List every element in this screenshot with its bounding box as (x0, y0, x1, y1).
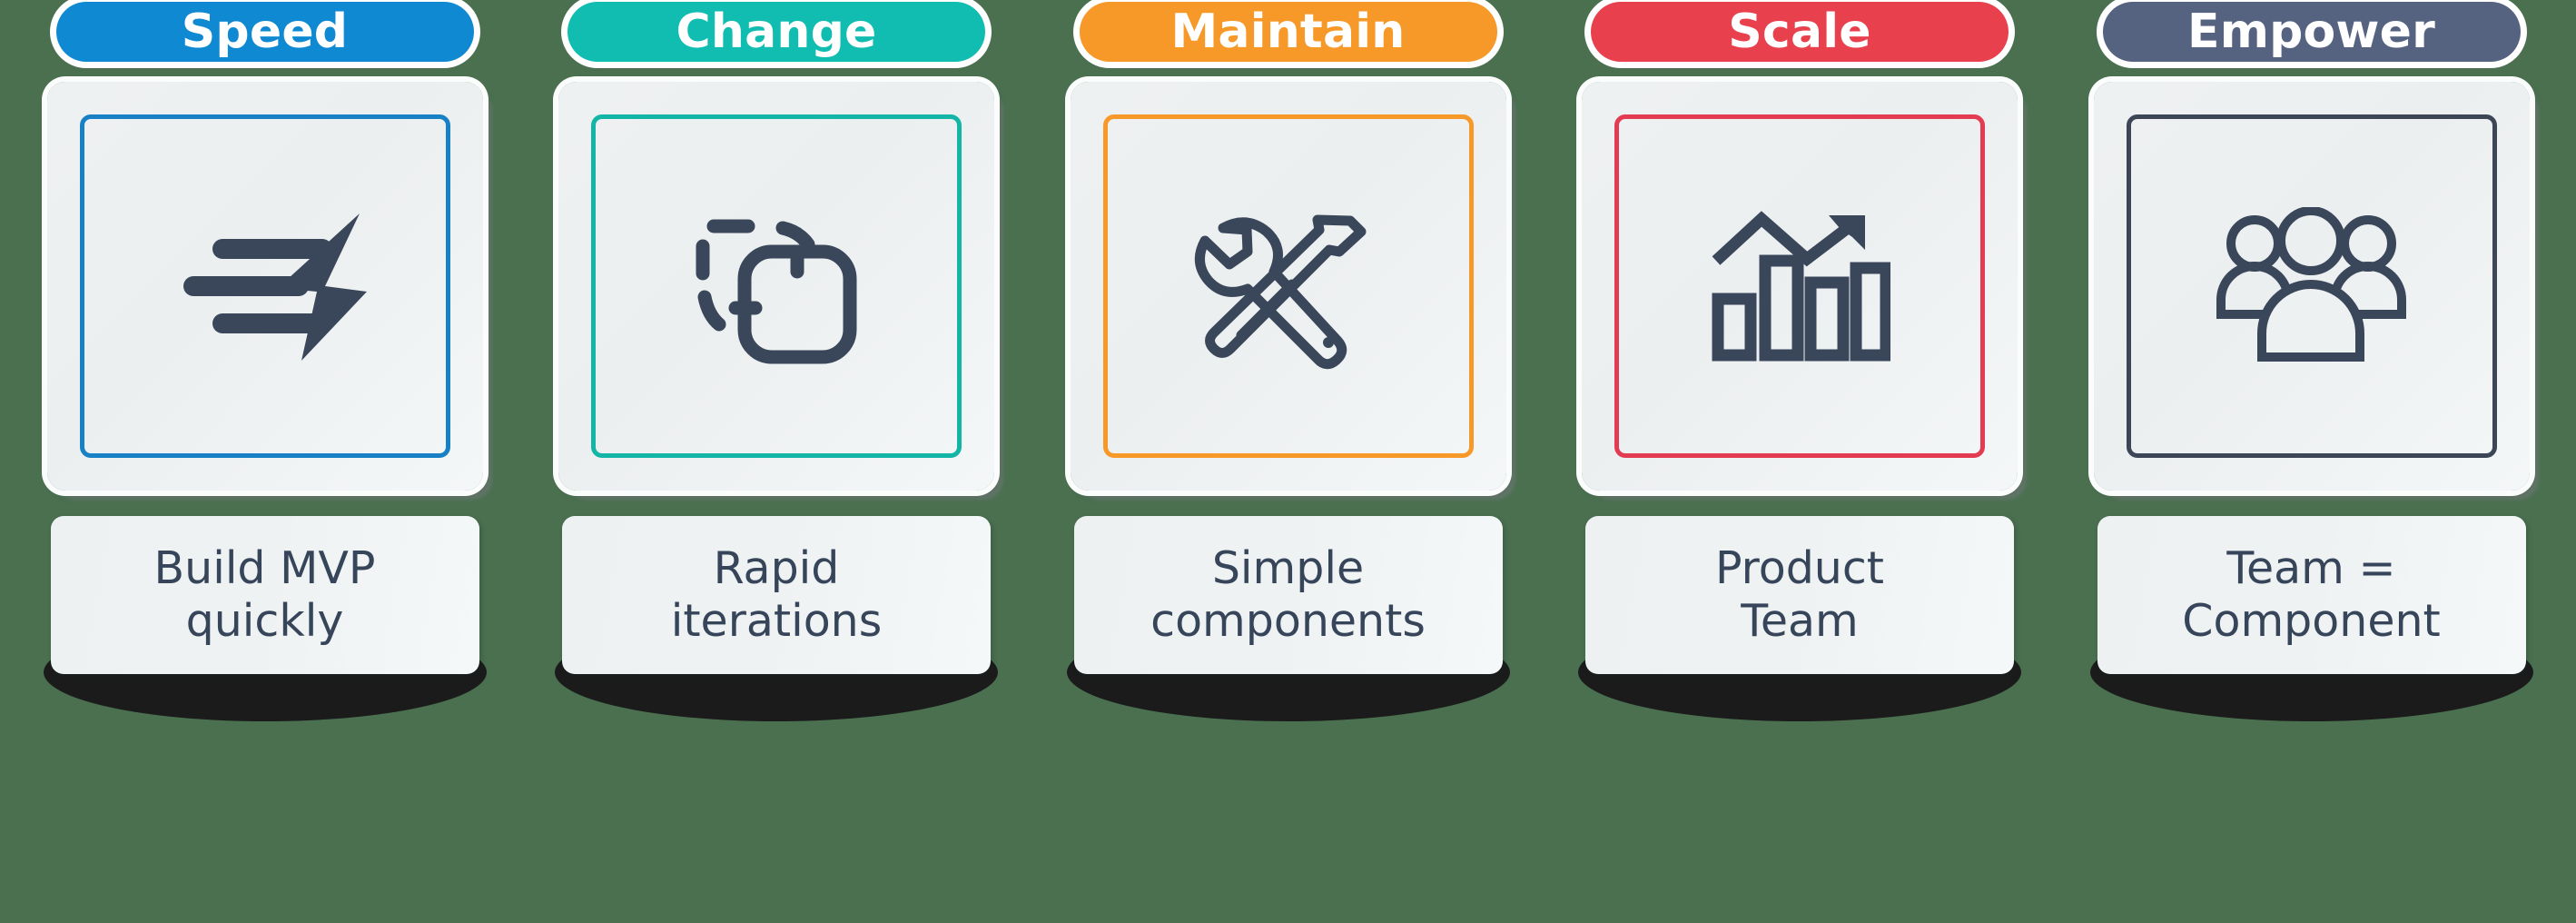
caption-wrap-speed: Build MVP quickly (43, 516, 487, 721)
header-label-speed: Speed (181, 5, 349, 59)
wrench-screwdriver-icon (1190, 195, 1386, 377)
caption-line1-empower: Team = (2226, 542, 2396, 595)
caption-scale[interactable]: Product Team (1585, 516, 2014, 674)
icon-card-wrap-maintain (1070, 82, 1515, 500)
icon-card-inner-speed (79, 114, 450, 458)
header-pill-scale[interactable]: Scale (1591, 2, 2008, 62)
column-scale: Scale Product Team (1566, 0, 2034, 721)
header-label-empower: Empower (2186, 5, 2435, 59)
caption-line2-empower: Component (2182, 595, 2441, 647)
header-label-maintain: Maintain (1170, 5, 1406, 59)
column-change: Change Rapid iterations (543, 0, 1011, 721)
caption-wrap-maintain: Simple components (1066, 516, 1510, 721)
speed-lines-bolt-icon (156, 204, 374, 368)
caption-line2-change: iterations (670, 595, 883, 647)
header-pill-wrap-change: Change (564, 0, 985, 62)
header-pill-wrap-speed: Speed (52, 0, 474, 62)
icon-card-change[interactable] (558, 82, 994, 491)
icon-card-empower[interactable] (2093, 82, 2530, 491)
icon-card-scale[interactable] (1582, 82, 2018, 491)
caption-wrap-scale: Product Team (1578, 516, 2021, 721)
header-pill-empower[interactable]: Empower (2102, 2, 2521, 62)
header-pill-maintain[interactable]: Maintain (1079, 2, 1497, 62)
caption-empower[interactable]: Team = Component (2097, 516, 2526, 674)
caption-line1-change: Rapid (713, 542, 840, 595)
infographic-board: Speed Build MVP quickly Change Rapid ite… (0, 0, 2576, 923)
icon-card-wrap-scale (1582, 82, 2027, 500)
caption-wrap-empower: Team = Component (2089, 516, 2533, 721)
caption-maintain[interactable]: Simple components (1073, 516, 1503, 674)
column-empower: Empower Team = Component (2078, 0, 2545, 721)
header-pill-change[interactable]: Change (568, 2, 985, 62)
dashed-square-transform-icon (681, 195, 872, 377)
icon-card-inner-maintain (1102, 114, 1474, 458)
column-container: Speed Build MVP quickly Change Rapid ite… (0, 0, 2576, 923)
caption-line2-maintain: components (1150, 595, 1426, 647)
icon-card-speed[interactable] (46, 82, 483, 491)
header-label-scale: Scale (1728, 5, 1871, 59)
header-pill-wrap-empower: Empower (2098, 0, 2521, 62)
users-group-icon (2214, 206, 2409, 366)
icon-card-wrap-change (558, 82, 1003, 500)
icon-card-inner-change (591, 114, 962, 458)
caption-line2-scale: Team (1741, 595, 1859, 647)
caption-line1-maintain: Simple (1211, 542, 1365, 595)
column-maintain: Maintain Simple components (1054, 0, 1522, 721)
column-speed: Speed Build MVP quickly (31, 0, 498, 721)
icon-card-wrap-empower (2093, 82, 2539, 500)
header-label-change: Change (676, 5, 877, 59)
icon-card-inner-scale (1614, 114, 1985, 458)
icon-card-inner-empower (2126, 114, 2497, 458)
bar-chart-growth-icon (1709, 204, 1890, 368)
caption-speed[interactable]: Build MVP quickly (50, 516, 479, 674)
caption-change[interactable]: Rapid iterations (562, 516, 991, 674)
icon-card-wrap-speed (46, 82, 492, 500)
caption-line1-speed: Build MVP (153, 542, 376, 595)
icon-card-maintain[interactable] (1070, 82, 1506, 491)
header-pill-speed[interactable]: Speed (55, 2, 474, 62)
header-pill-wrap-maintain: Maintain (1075, 0, 1497, 62)
caption-line2-speed: quickly (185, 595, 344, 647)
caption-line1-scale: Product (1714, 542, 1885, 595)
header-pill-wrap-scale: Scale (1587, 0, 2008, 62)
caption-wrap-change: Rapid iterations (555, 516, 998, 721)
